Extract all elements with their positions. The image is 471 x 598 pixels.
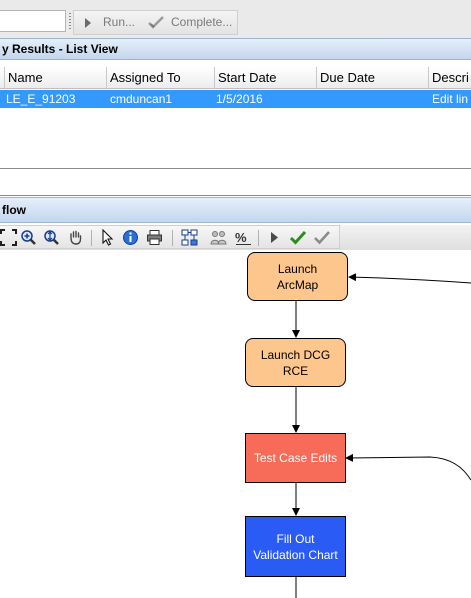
node-launch-arcmap[interactable]: Launch ArcMap — [247, 252, 348, 301]
node-launch-dcg-rce[interactable]: Launch DCG RCE — [245, 338, 346, 387]
workflow-connectors — [292, 273, 471, 598]
node-fill-out-validation-chart[interactable]: Fill Out Validation Chart — [245, 516, 346, 577]
connector-loop-to-test — [345, 453, 471, 481]
connector-loop-to-arcmap — [348, 273, 471, 284]
node-test-case-edits[interactable]: Test Case Edits — [245, 433, 346, 483]
